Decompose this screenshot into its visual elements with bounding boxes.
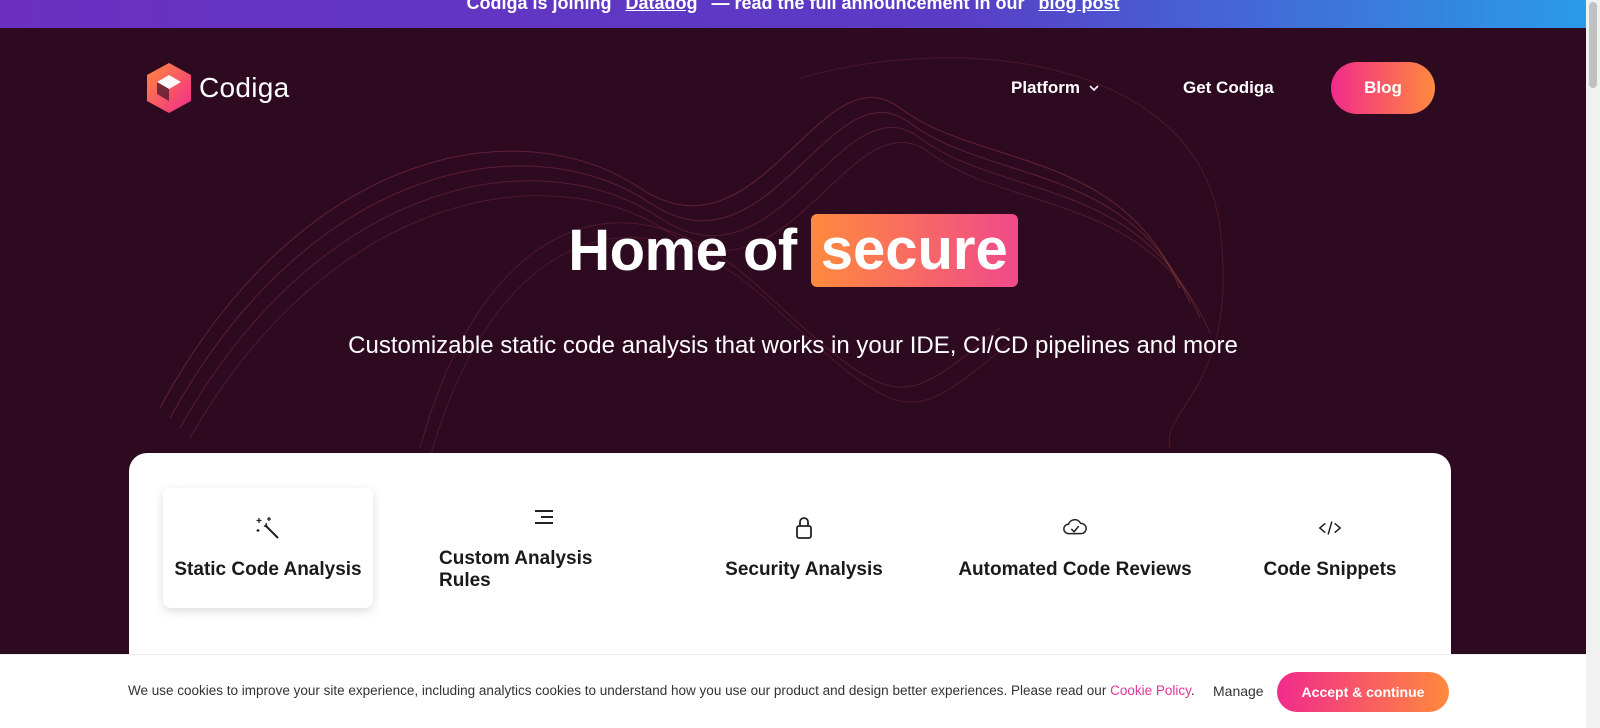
announcement-bar: Codiga is joining Datadog — read the ful… [0, 0, 1586, 28]
nav-blog-label: Blog [1364, 78, 1402, 97]
tab-label: Security Analysis [725, 559, 883, 580]
cookie-manage-link[interactable]: Manage [1213, 683, 1264, 699]
announcement-link-blog[interactable]: blog post [1039, 0, 1120, 14]
announcement-text-mid: — read the full announcement in our [711, 0, 1025, 13]
chevron-down-icon [1089, 85, 1099, 92]
tab-label: Automated Code Reviews [958, 559, 1192, 580]
tab-security-analysis[interactable]: Security Analysis [714, 488, 894, 608]
align-lines-icon [531, 504, 557, 530]
tab-custom-analysis-rules[interactable]: Custom Analysis Rules [439, 488, 649, 608]
page-scrollbar[interactable] [1586, 0, 1600, 728]
cloud-check-icon [1062, 515, 1088, 541]
nav-platform-label: Platform [1011, 78, 1080, 97]
tab-static-code-analysis[interactable]: Static Code Analysis [163, 488, 373, 608]
cookie-policy-link[interactable]: Cookie Policy [1110, 683, 1191, 698]
hero-title-highlight: secure [810, 214, 1018, 287]
scrollbar-thumb[interactable] [1589, 2, 1597, 88]
code-icon [1317, 515, 1343, 541]
nav-blog-button[interactable]: Blog [1331, 62, 1435, 114]
tab-code-snippets[interactable]: Code Snippets [1250, 488, 1410, 608]
tab-label: Static Code Analysis [174, 559, 362, 580]
announcement-link-datadog[interactable]: Datadog [625, 0, 697, 14]
cookie-accept-button[interactable]: Accept & continue [1277, 672, 1449, 712]
hero-title-prefix: Home of [568, 218, 797, 283]
nav-get-label: Get Codiga [1183, 78, 1274, 97]
announcement-text-start: Codiga is joining [466, 0, 612, 13]
nav-get-codiga[interactable]: Get Codiga [1183, 62, 1274, 114]
nav-platform-dropdown[interactable]: Platform [1011, 62, 1100, 114]
cookie-message-period: . [1190, 683, 1195, 698]
tab-label: Code Snippets [1263, 559, 1397, 580]
hero-subtitle: Customizable static code analysis that w… [348, 332, 1238, 359]
tab-automated-code-reviews[interactable]: Automated Code Reviews [955, 488, 1195, 608]
tab-label: Custom Analysis Rules [439, 548, 593, 591]
lock-icon [791, 515, 817, 541]
cookie-banner: We use cookies to improve your site expe… [0, 654, 1586, 728]
cookie-message: We use cookies to improve your site expe… [128, 683, 1195, 698]
cookie-message-text: We use cookies to improve your site expe… [128, 683, 1111, 698]
top-navigation: Platform Get Codiga Blog [0, 62, 1586, 114]
magic-wand-icon [255, 515, 281, 541]
hero-title: Home of secure [0, 214, 1586, 287]
